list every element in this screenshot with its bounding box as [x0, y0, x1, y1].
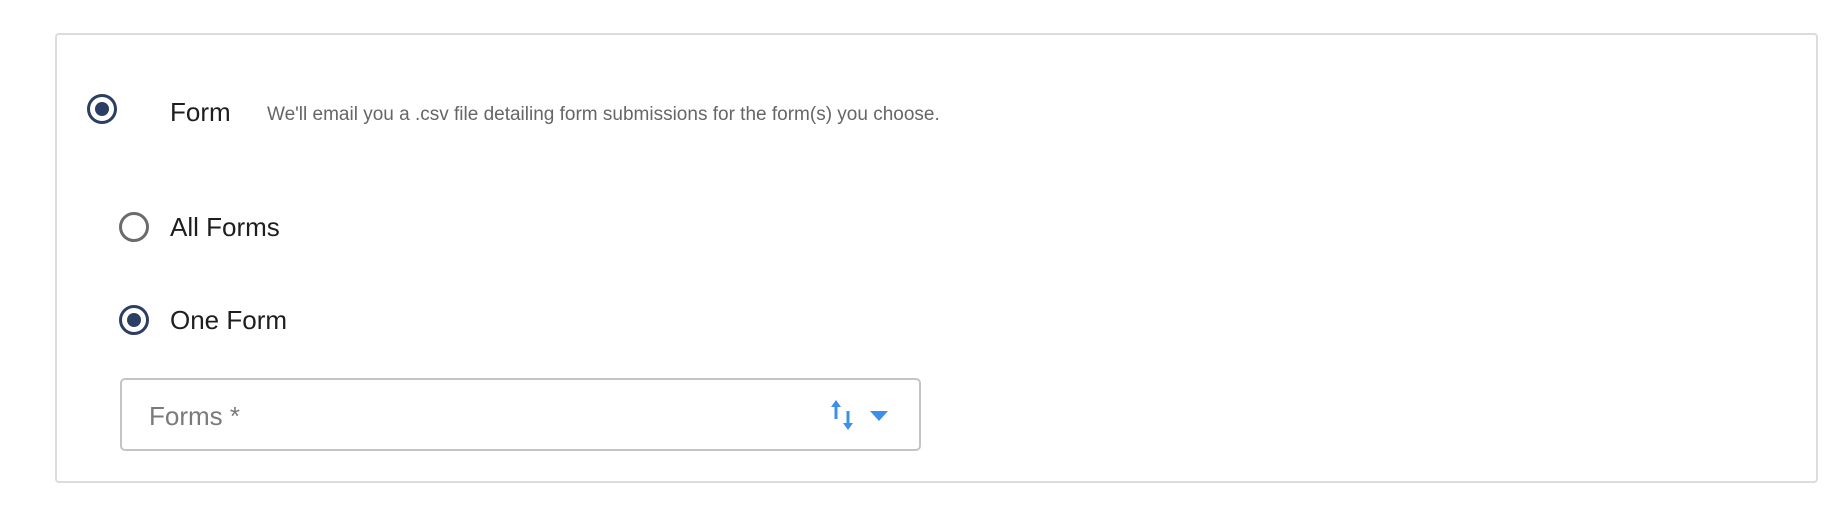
forms-select[interactable]: Forms *: [120, 378, 921, 451]
sort-arrows-icon: [831, 400, 853, 430]
all-forms-radio[interactable]: [119, 212, 149, 242]
form-radio-label[interactable]: Form: [170, 97, 231, 127]
all-forms-label[interactable]: All Forms: [170, 212, 280, 242]
form-radio[interactable]: [87, 94, 117, 124]
one-form-label[interactable]: One Form: [170, 305, 287, 335]
form-option-description: We'll email you a .csv file detailing fo…: [267, 104, 940, 125]
one-form-radio[interactable]: [119, 305, 149, 335]
forms-select-placeholder: Forms *: [149, 401, 240, 431]
chevron-down-icon[interactable]: [869, 410, 889, 422]
